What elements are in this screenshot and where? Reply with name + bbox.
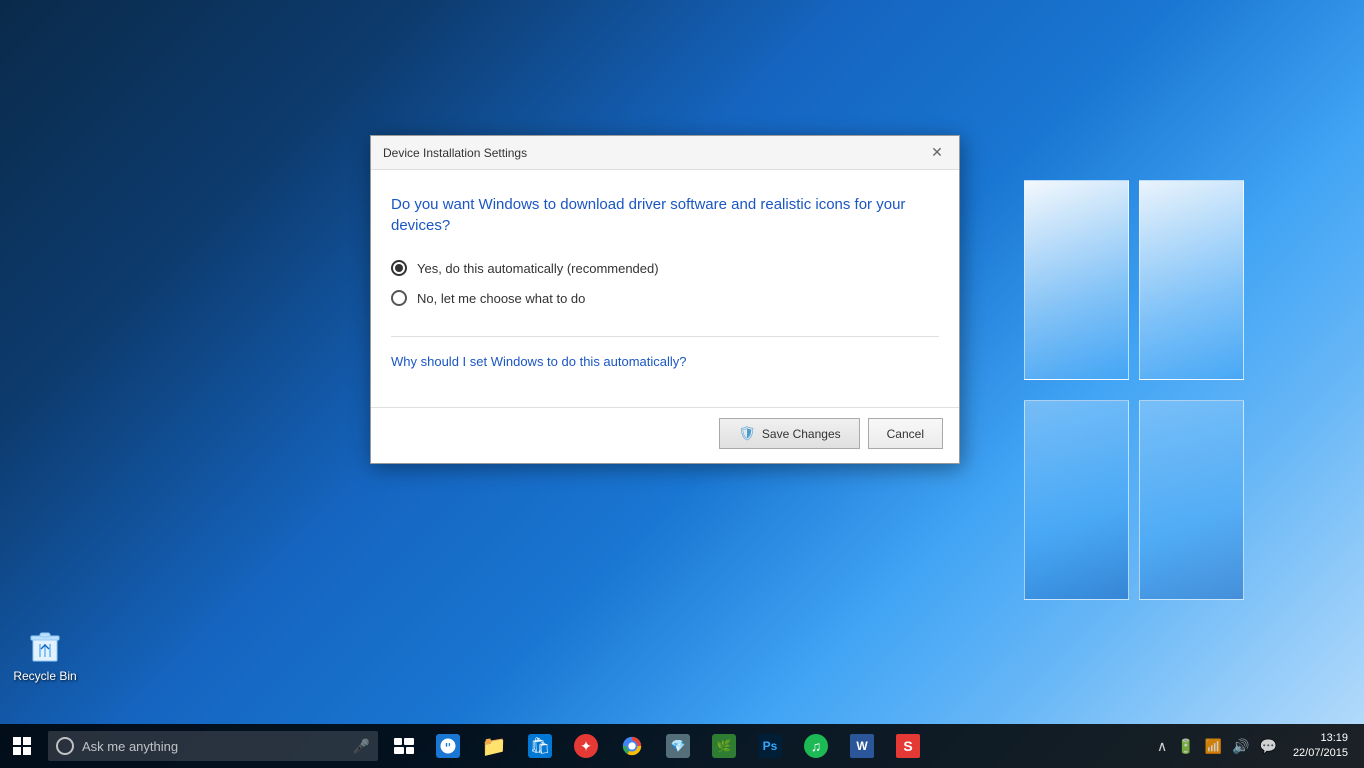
- dialog-question: Do you want Windows to download driver s…: [391, 194, 939, 236]
- radio-option-yes[interactable]: Yes, do this automatically (recommended): [391, 260, 939, 276]
- radio-yes-input[interactable]: [391, 260, 407, 276]
- dialog-body: Do you want Windows to download driver s…: [371, 170, 959, 391]
- dialog-close-button[interactable]: ✕: [927, 143, 947, 163]
- radio-no-input[interactable]: [391, 290, 407, 306]
- dialog-overlay: Device Installation Settings ✕ Do you wa…: [0, 0, 1364, 768]
- shield-icon: 🛡: [738, 425, 756, 442]
- dialog-link-section: Why should I set Windows to do this auto…: [391, 336, 939, 371]
- save-changes-button[interactable]: 🛡 Save Changes: [719, 418, 860, 449]
- dialog-footer: 🛡 Save Changes Cancel: [371, 407, 959, 463]
- cancel-button[interactable]: Cancel: [868, 418, 943, 449]
- dialog-titlebar: Device Installation Settings ✕: [371, 136, 959, 170]
- dialog-help-link[interactable]: Why should I set Windows to do this auto…: [391, 354, 687, 369]
- radio-no-label: No, let me choose what to do: [417, 291, 585, 306]
- device-installation-dialog: Device Installation Settings ✕ Do you wa…: [370, 135, 960, 464]
- dialog-title: Device Installation Settings: [383, 146, 527, 160]
- radio-yes-label: Yes, do this automatically (recommended): [417, 261, 659, 276]
- radio-option-no[interactable]: No, let me choose what to do: [391, 290, 939, 306]
- desktop: Recycle Bin Device Installation Settings…: [0, 0, 1364, 768]
